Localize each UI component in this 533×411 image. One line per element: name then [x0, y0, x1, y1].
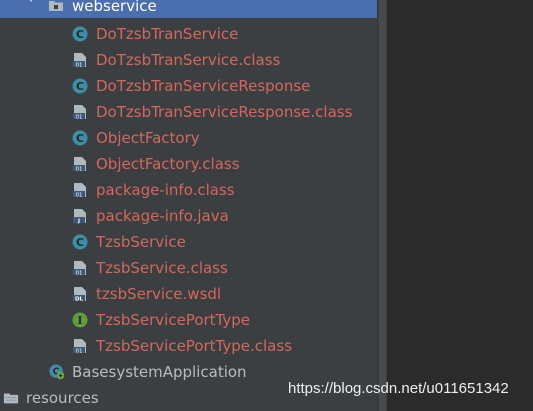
java-source-file-icon: J — [73, 209, 86, 224]
svg-text:01: 01 — [76, 114, 83, 120]
tree-row-label: tzsbService.wsdl — [96, 285, 222, 303]
tree-row-file[interactable]: C TzsbService — [0, 229, 377, 255]
tree-row-label: TzsbService.class — [96, 259, 228, 277]
svg-text:C: C — [76, 28, 84, 41]
package-folder-icon — [49, 1, 63, 11]
java-class-icon: C — [72, 130, 88, 146]
tree-row-label: package-info.class — [96, 181, 235, 199]
svg-text:C: C — [76, 80, 84, 93]
java-interface-icon: I — [72, 312, 88, 328]
expand-arrow-icon[interactable] — [26, 0, 36, 2]
tree-row-label: resources — [26, 389, 99, 407]
tree-row-label: ObjectFactory.class — [96, 155, 240, 173]
tree-row-file[interactable]: C ObjectFactory — [0, 125, 377, 151]
tree-row-label: DoTzsbTranService.class — [96, 51, 281, 69]
tree-row-file[interactable]: 01 DoTzsbTranServiceResponse.class — [0, 99, 377, 125]
wsdl-file-icon: DL — [73, 287, 86, 302]
tree-row-label: TzsbServicePortType — [96, 311, 250, 329]
svg-text:DL: DL — [75, 296, 84, 302]
spring-boot-application-icon: C — [49, 364, 65, 380]
tree-row-file[interactable]: 01 ObjectFactory.class — [0, 151, 377, 177]
resources-folder-icon — [3, 393, 19, 404]
tree-row-file[interactable]: DL tzsbService.wsdl — [0, 281, 377, 307]
tree-row-label: DoTzsbTranServiceResponse.class — [96, 103, 353, 121]
compiled-class-file-icon: 01 — [73, 157, 86, 172]
tree-row-file[interactable]: 01 DoTzsbTranService.class — [0, 47, 377, 73]
tree-row-label: DoTzsbTranService — [96, 25, 239, 43]
editor-area — [387, 0, 533, 411]
svg-text:J: J — [77, 218, 80, 224]
compiled-class-file-icon: 01 — [73, 53, 86, 68]
tree-row-label: DoTzsbTranServiceResponse — [96, 77, 311, 95]
compiled-class-file-icon: 01 — [73, 261, 86, 276]
tree-row-label: webservice — [72, 0, 157, 15]
svg-text:01: 01 — [76, 62, 83, 68]
tree-row-label: ObjectFactory — [96, 129, 200, 147]
vertical-scrollbar-thumb[interactable] — [379, 0, 386, 411]
tree-row-label: package-info.java — [96, 207, 229, 225]
compiled-class-file-icon: 01 — [73, 339, 86, 354]
tree-row-file[interactable]: I TzsbServicePortType — [0, 307, 377, 333]
project-tree-panel: webservice C DoTzsbTranService 01 DoTzsbTra… — [0, 0, 377, 411]
svg-text:01: 01 — [76, 348, 83, 354]
svg-text:01: 01 — [76, 166, 83, 172]
svg-text:I: I — [77, 314, 82, 327]
svg-text:01: 01 — [76, 192, 83, 198]
svg-text:01: 01 — [76, 270, 83, 276]
tree-row-label: TzsbServicePortType.class — [96, 337, 293, 355]
watermark-text: https://blog.csdn.net/u011651342 — [288, 380, 509, 397]
java-class-icon: C — [72, 234, 88, 250]
tree-row-file[interactable]: Jpackage-info.java — [0, 203, 377, 229]
tree-row-file[interactable]: 01 package-info.class — [0, 177, 377, 203]
tree-row-file[interactable]: C DoTzsbTranService — [0, 21, 377, 47]
compiled-class-file-icon: 01 — [73, 105, 86, 120]
tree-row-file[interactable]: 01 TzsbService.class — [0, 255, 377, 281]
tree-row-file[interactable]: C DoTzsbTranServiceResponse — [0, 73, 377, 99]
tree-row-label: BasesystemApplication — [72, 363, 247, 381]
compiled-class-file-icon: 01 — [73, 183, 86, 198]
svg-text:C: C — [76, 132, 84, 145]
tree-row-label: TzsbService — [96, 233, 186, 251]
tree-row-file[interactable]: 01 TzsbServicePortType.class — [0, 333, 377, 359]
tree-row-webservice[interactable]: webservice — [0, 0, 377, 18]
java-class-icon: C — [72, 78, 88, 94]
svg-text:C: C — [76, 236, 84, 249]
java-class-icon: C — [72, 26, 88, 42]
